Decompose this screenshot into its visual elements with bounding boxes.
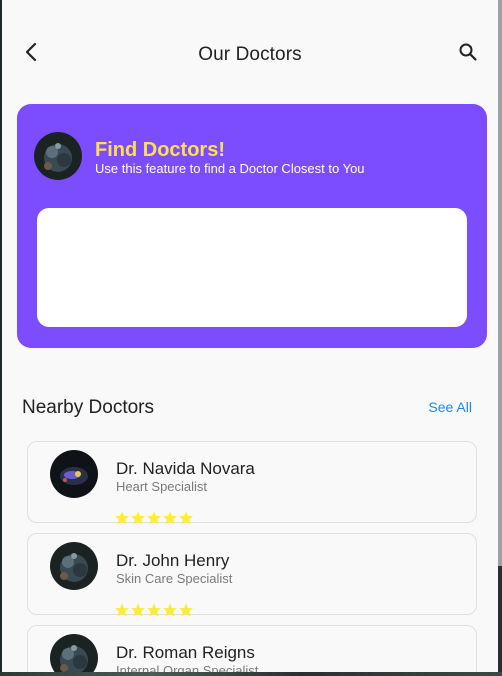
avatar [50, 542, 98, 590]
find-doctors-card: Find Doctors! Use this feature to find a… [17, 104, 487, 348]
doctor-card[interactable]: Dr. Roman Reigns Internal Organ Speciali… [27, 625, 477, 672]
avatar [50, 450, 98, 498]
find-doctors-input-area[interactable] [37, 208, 467, 327]
star-icon [115, 603, 129, 617]
star-icon [179, 511, 193, 525]
avatar [34, 132, 82, 180]
desktop-background-strip [0, 672, 502, 676]
window-edge [498, 0, 502, 676]
see-all-link[interactable]: See All [428, 399, 472, 415]
doctor-specialty: Internal Organ Specialist [116, 663, 259, 672]
find-doctors-subtitle: Use this feature to find a Doctor Closes… [95, 161, 365, 176]
star-icon [163, 511, 177, 525]
doctor-card[interactable]: Dr. Navida Novara Heart Specialist [27, 441, 477, 525]
doctor-specialty: Heart Specialist [116, 479, 208, 494]
app-bar: Our Doctors [2, 0, 498, 100]
doctor-name: Dr. Roman Reigns [116, 643, 255, 662]
page-title: Our Doctors [198, 44, 302, 65]
rating-stars [114, 511, 194, 525]
avatar [50, 634, 98, 672]
doctor-name: Dr. Navida Novara [116, 459, 255, 478]
search-button[interactable] [452, 38, 484, 70]
search-icon [458, 42, 478, 67]
star-icon [163, 603, 177, 617]
scrollbar[interactable] [498, 0, 502, 566]
star-icon [179, 603, 193, 617]
nearby-doctors-title: Nearby Doctors [22, 397, 154, 418]
app-screen: Our Doctors Find Doctors! Use this featu… [2, 0, 498, 672]
star-icon [131, 511, 145, 525]
find-doctors-title: Find Doctors! [95, 139, 225, 161]
doctor-name: Dr. John Henry [116, 551, 230, 570]
star-icon [131, 603, 145, 617]
star-icon [147, 511, 161, 525]
star-icon [115, 511, 129, 525]
star-icon [147, 603, 161, 617]
rating-stars [114, 603, 194, 617]
doctor-specialty: Skin Care Specialist [116, 571, 233, 586]
doctor-card[interactable]: Dr. John Henry Skin Care Specialist [27, 533, 477, 617]
